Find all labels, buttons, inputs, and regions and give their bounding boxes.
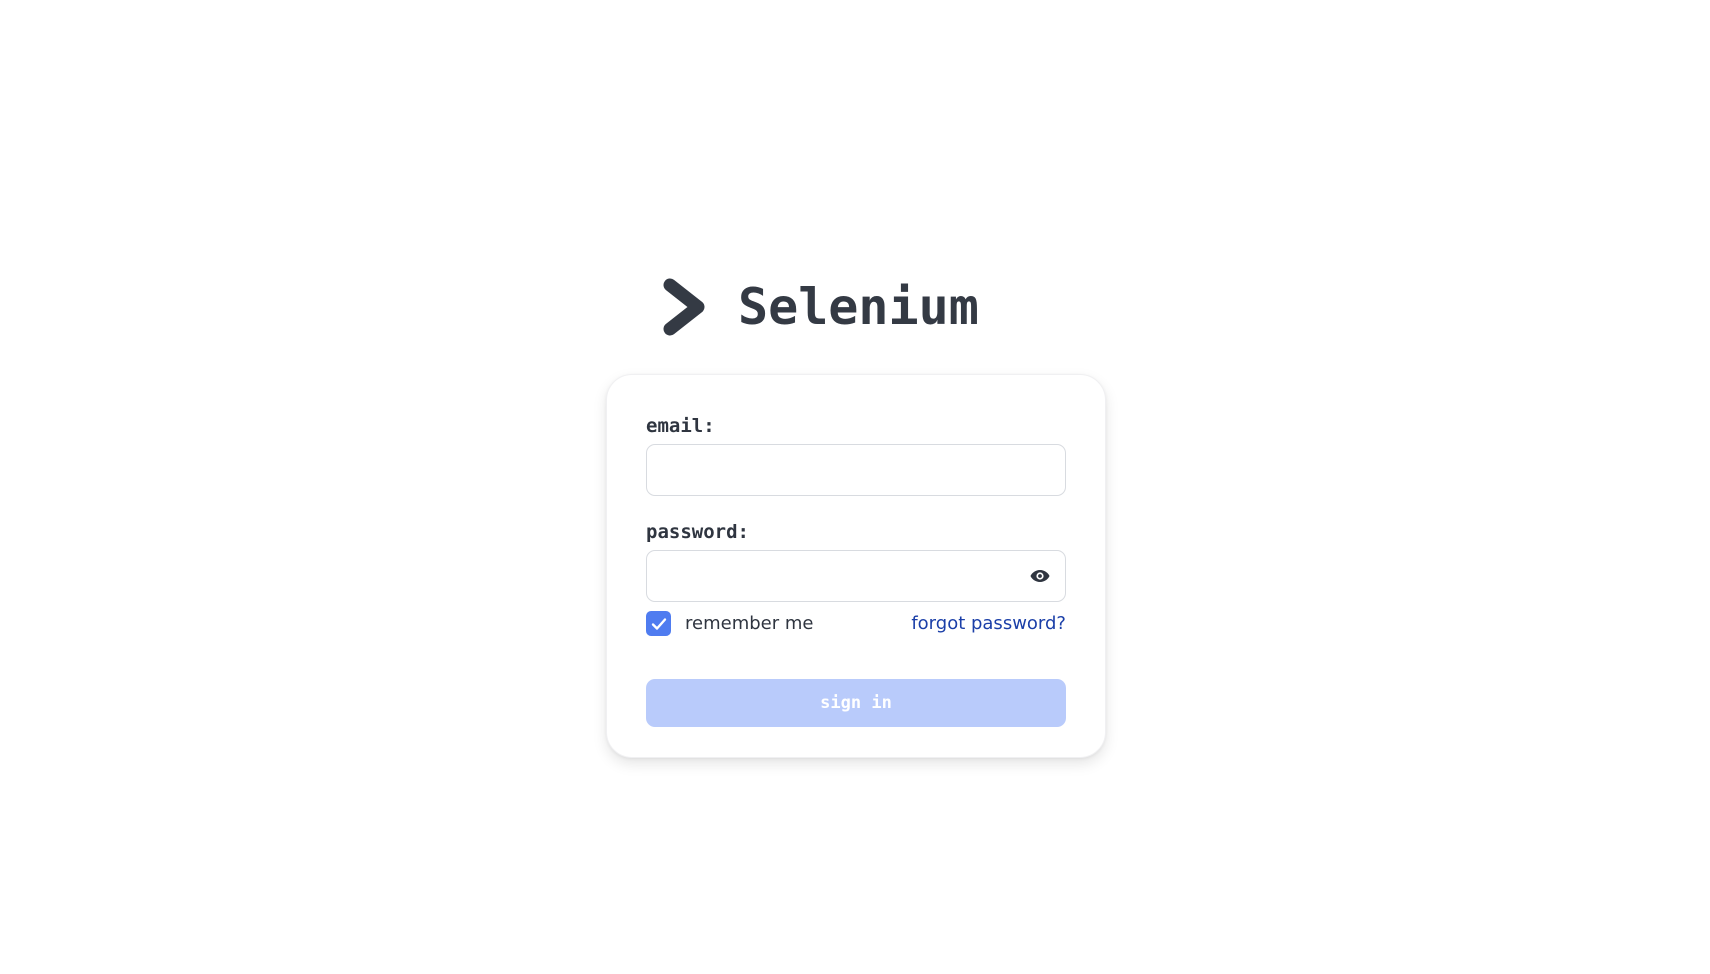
remember-me-label: remember me — [685, 613, 814, 634]
brand-header: Selenium — [662, 272, 979, 342]
remember-me-checkbox[interactable] — [646, 611, 671, 636]
email-label: email: — [646, 415, 715, 437]
toggle-password-visibility-button[interactable] — [1029, 566, 1051, 586]
sign-in-button[interactable]: sign in — [646, 679, 1066, 727]
login-card: email: password: remember me forgot pass… — [606, 374, 1106, 758]
email-input[interactable] — [646, 444, 1066, 496]
chevron-right-icon — [663, 278, 705, 336]
checkmark-icon — [651, 617, 666, 630]
password-input[interactable] — [646, 550, 1066, 602]
eye-icon — [1030, 570, 1050, 582]
forgot-password-link[interactable]: forgot password? — [911, 613, 1066, 634]
password-label: password: — [646, 521, 749, 543]
brand-name: Selenium — [738, 278, 979, 336]
options-row: remember me forgot password? — [646, 611, 1066, 637]
